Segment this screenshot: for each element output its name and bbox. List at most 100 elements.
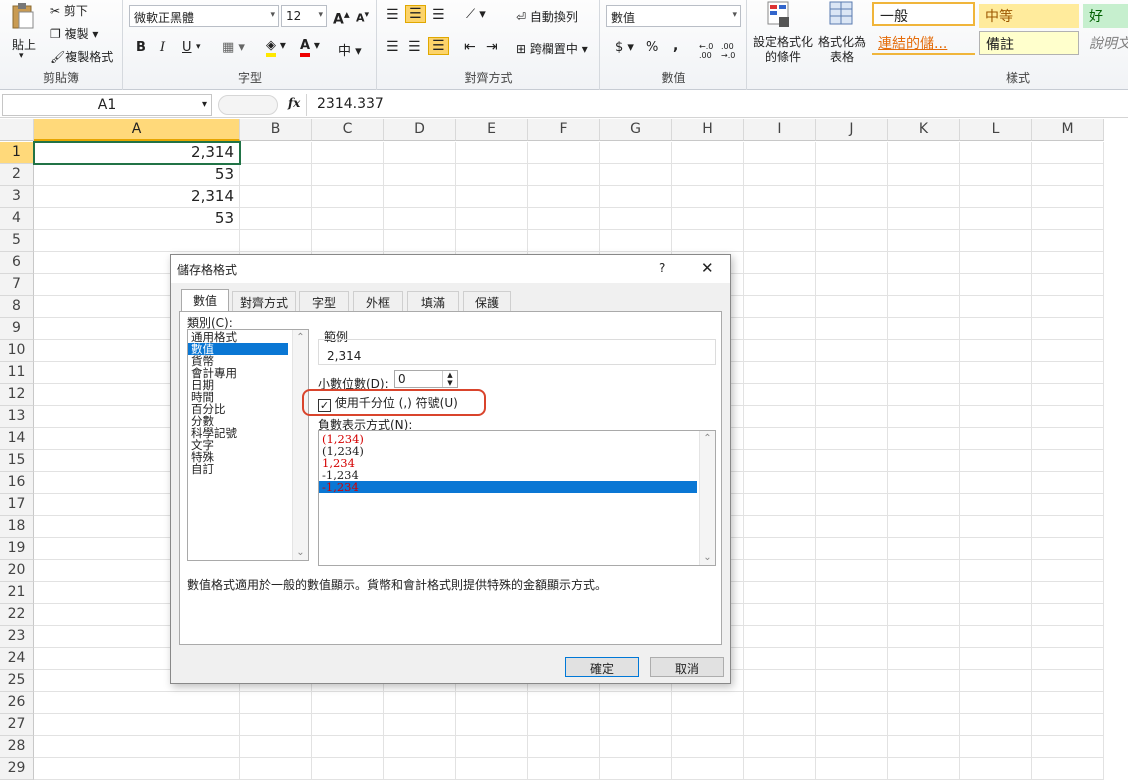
column-header-h[interactable]: H [672,119,744,141]
cell-j11[interactable] [816,362,888,384]
cell-m27[interactable] [1032,714,1104,736]
cell-j28[interactable] [816,736,888,758]
cell-e27[interactable] [456,714,528,736]
cell-j26[interactable] [816,692,888,714]
cell-l27[interactable] [960,714,1032,736]
cell-g5[interactable] [600,230,672,252]
cell-i13[interactable] [744,406,816,428]
cell-k11[interactable] [888,362,960,384]
cell-m13[interactable] [1032,406,1104,428]
cell-e29[interactable] [456,758,528,780]
ok-button[interactable]: 確定 [565,657,639,677]
cell-j20[interactable] [816,560,888,582]
currency-button[interactable]: $ ▾ [615,40,634,55]
cell-i18[interactable] [744,516,816,538]
cell-j3[interactable] [816,186,888,208]
cell-m11[interactable] [1032,362,1104,384]
cell-a27[interactable] [34,714,240,736]
cell-i2[interactable] [744,164,816,186]
cell-i1[interactable] [744,142,816,164]
conditional-format-button[interactable]: 設定格式化的條件 [752,35,814,65]
negative-scrollbar[interactable]: ⌃ ⌄ [699,431,715,565]
cell-j19[interactable] [816,538,888,560]
cell-i23[interactable] [744,626,816,648]
font-size-select[interactable]: 12 ▾ [281,5,327,27]
row-header-9[interactable]: 9 [0,318,34,340]
cell-k29[interactable] [888,758,960,780]
cell-l8[interactable] [960,296,1032,318]
cell-l14[interactable] [960,428,1032,450]
negative-format-item[interactable]: -1,234 [319,469,697,481]
cell-m3[interactable] [1032,186,1104,208]
cell-b29[interactable] [240,758,312,780]
cell-l7[interactable] [960,274,1032,296]
column-header-g[interactable]: G [600,119,672,141]
cell-k21[interactable] [888,582,960,604]
percent-button[interactable]: % [646,40,658,55]
cell-e2[interactable] [456,164,528,186]
column-header-e[interactable]: E [456,119,528,141]
cancel-button[interactable]: 取消 [650,657,724,677]
cell-b1[interactable] [240,142,312,164]
style-neutral[interactable]: 中等 [979,4,1079,28]
cell-l21[interactable] [960,582,1032,604]
cell-f3[interactable] [528,186,600,208]
cell-j27[interactable] [816,714,888,736]
cell-j25[interactable] [816,670,888,692]
cell-i26[interactable] [744,692,816,714]
row-header-17[interactable]: 17 [0,494,34,516]
column-header-i[interactable]: I [744,119,816,141]
increase-decimal-button[interactable]: ←.0.00 [699,42,713,60]
font-color-button[interactable]: A ▾ [300,38,320,57]
cell-l4[interactable] [960,208,1032,230]
cell-g3[interactable] [600,186,672,208]
cell-e3[interactable] [456,186,528,208]
cell-i14[interactable] [744,428,816,450]
cell-l26[interactable] [960,692,1032,714]
cell-m26[interactable] [1032,692,1104,714]
cell-b27[interactable] [240,714,312,736]
align-left-button[interactable]: ☰ [386,39,399,55]
cell-k13[interactable] [888,406,960,428]
cell-e28[interactable] [456,736,528,758]
cell-j4[interactable] [816,208,888,230]
cell-l1[interactable] [960,142,1032,164]
cell-b3[interactable] [240,186,312,208]
cell-m20[interactable] [1032,560,1104,582]
tab-5[interactable]: 保護 [463,291,511,311]
cell-i24[interactable] [744,648,816,670]
row-header-2[interactable]: 2 [0,164,34,186]
category-item[interactable]: 自訂 [188,463,308,475]
cell-a29[interactable] [34,758,240,780]
cell-c2[interactable] [312,164,384,186]
formula-input[interactable]: 2314.337 [306,94,1126,116]
style-note[interactable]: 備註 [979,31,1079,55]
cell-c29[interactable] [312,758,384,780]
row-header-6[interactable]: 6 [0,252,34,274]
font-family-select[interactable]: 微軟正黑體 ▾ [129,5,279,27]
cell-a26[interactable] [34,692,240,714]
cell-f28[interactable] [528,736,600,758]
checkbox-checked-icon[interactable]: ✓ [318,399,331,412]
column-header-f[interactable]: F [528,119,600,141]
cell-i25[interactable] [744,670,816,692]
paste-label[interactable]: 貼上 [12,36,36,53]
cell-j5[interactable] [816,230,888,252]
row-header-26[interactable]: 26 [0,692,34,714]
tab-0[interactable]: 數值 [181,289,229,312]
row-header-13[interactable]: 13 [0,406,34,428]
comma-style-button[interactable]: , [673,38,678,54]
cell-i12[interactable] [744,384,816,406]
tab-1[interactable]: 對齊方式 [232,291,296,311]
cell-l6[interactable] [960,252,1032,274]
cell-l16[interactable] [960,472,1032,494]
insert-function-button[interactable]: fx [288,96,300,110]
cell-m5[interactable] [1032,230,1104,252]
row-header-25[interactable]: 25 [0,670,34,692]
row-header-23[interactable]: 23 [0,626,34,648]
row-header-29[interactable]: 29 [0,758,34,780]
cell-i7[interactable] [744,274,816,296]
cell-h2[interactable] [672,164,744,186]
cell-m7[interactable] [1032,274,1104,296]
cell-k8[interactable] [888,296,960,318]
